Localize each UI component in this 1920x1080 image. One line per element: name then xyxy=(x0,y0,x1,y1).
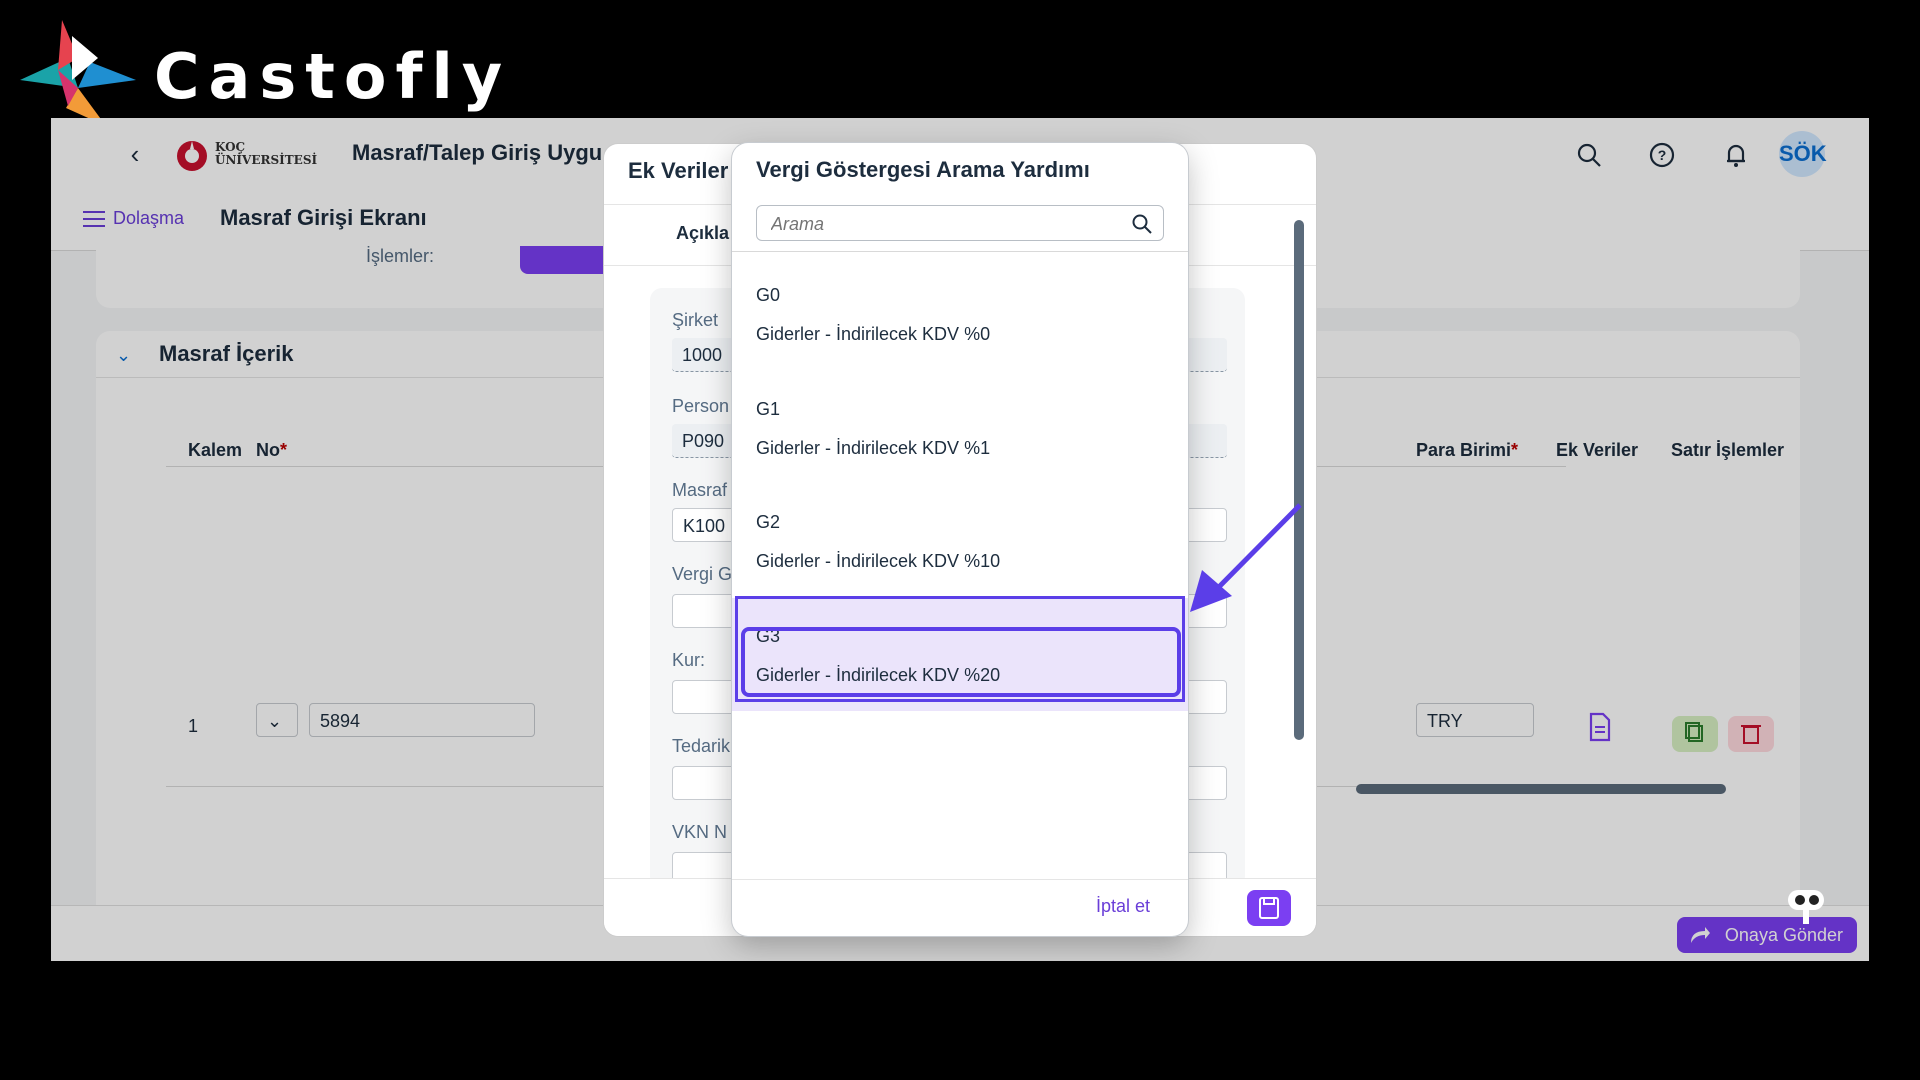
tab-aciklama[interactable]: Açıkla xyxy=(676,223,729,244)
castofly-brand: Castofly xyxy=(18,18,502,128)
assistant-bot-icon[interactable] xyxy=(1784,882,1828,926)
value-help-dialog: Vergi Göstergesi Arama Yardımı G0 Giderl… xyxy=(732,143,1188,936)
value-help-divider xyxy=(732,251,1188,252)
item-description: Giderler - İndirilecek KDV %10 xyxy=(756,551,1001,571)
item-description: Giderler - İndirilecek KDV %0 xyxy=(756,324,991,344)
label-kur: Kur: xyxy=(672,650,706,670)
list-item-g1[interactable]: G1 Giderler - İndirilecek KDV %1 xyxy=(732,371,1188,484)
value-help-title: Vergi Göstergesi Arama Yardımı xyxy=(756,157,1090,182)
brand-name: Castofly xyxy=(154,40,512,113)
item-code: G0 xyxy=(756,285,781,305)
label-sirket: Şirket xyxy=(672,310,719,330)
pointer-arrow-icon xyxy=(1190,503,1302,612)
label-masraf: Masraf xyxy=(672,480,728,500)
list-item-g0[interactable]: G0 Giderler - İndirilecek KDV %0 xyxy=(732,257,1188,370)
save-button[interactable] xyxy=(1247,890,1291,926)
item-description: Giderler - İndirilecek KDV %1 xyxy=(756,438,991,458)
label-vergi: Vergi G xyxy=(672,564,733,584)
value-help-search[interactable] xyxy=(756,205,1164,241)
label-tedarikci: Tedarik xyxy=(672,736,731,756)
list-item-g2[interactable]: G2 Giderler - İndirilecek KDV %10 xyxy=(732,484,1188,597)
ek-veriler-scrollbar[interactable] xyxy=(1294,220,1304,740)
item-code: G1 xyxy=(756,399,781,419)
label-vkn: VKN N xyxy=(672,822,728,842)
search-input[interactable] xyxy=(769,210,1123,238)
ek-veriler-title: Ek Veriler xyxy=(628,158,729,183)
label-personel: Person xyxy=(672,396,730,416)
save-icon xyxy=(1259,897,1279,919)
selection-highlight-inner xyxy=(741,627,1181,697)
value-help-footer: İptal et xyxy=(732,879,1188,936)
search-icon[interactable] xyxy=(1131,213,1153,235)
cancel-button[interactable]: İptal et xyxy=(1096,896,1150,917)
castofly-logo-icon xyxy=(20,20,136,126)
item-code: G2 xyxy=(756,512,781,532)
